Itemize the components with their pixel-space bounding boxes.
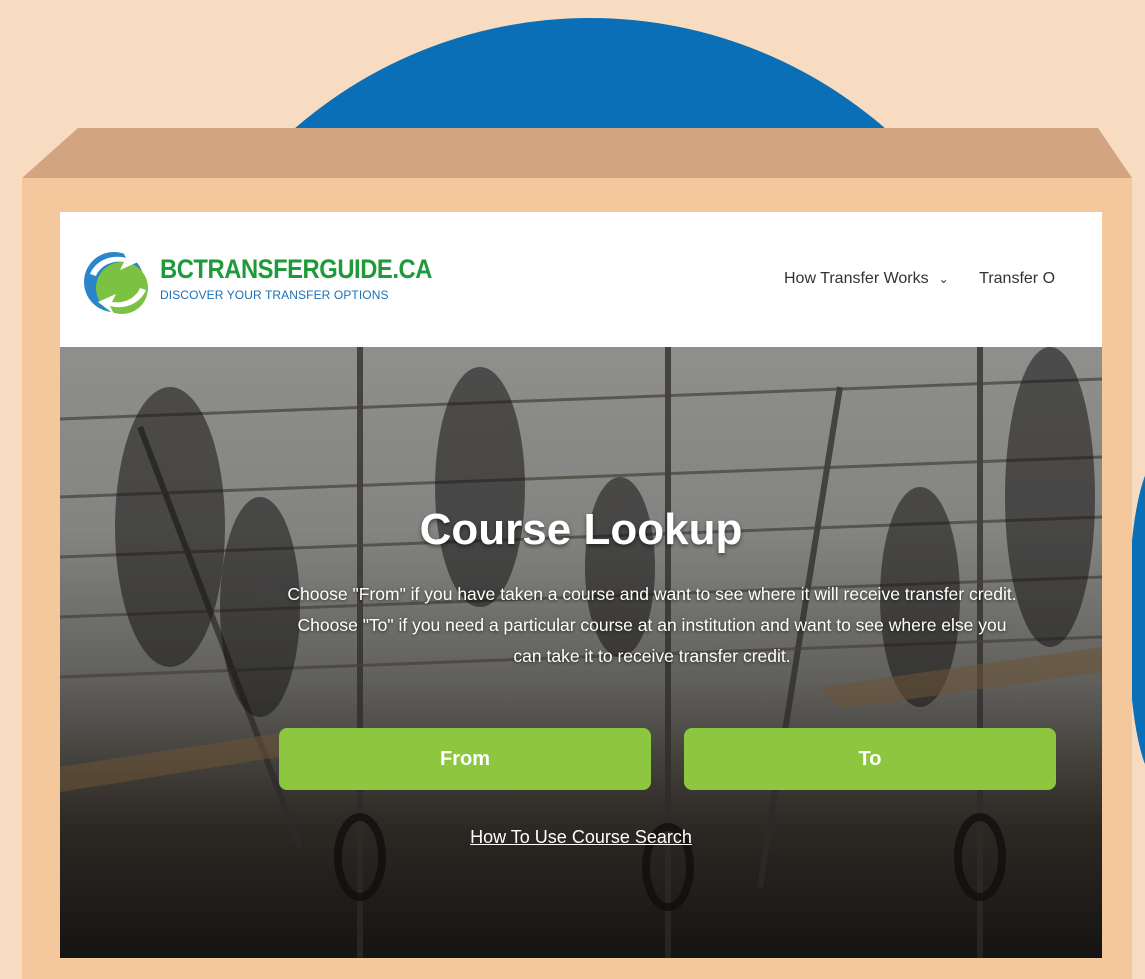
- from-button[interactable]: From: [279, 728, 651, 790]
- logo-arrows-icon: [84, 250, 148, 314]
- main-nav: How Transfer Works ⌄ Transfer O: [784, 270, 1081, 288]
- nav-item-how-transfer-works[interactable]: How Transfer Works ⌄: [784, 270, 949, 288]
- how-to-use-course-search-link[interactable]: How To Use Course Search: [60, 827, 1102, 848]
- hero-content: Course Lookup Choose "From" if you have …: [60, 347, 1102, 958]
- to-button[interactable]: To: [684, 728, 1056, 790]
- hero-description: Choose "From" if you have taken a course…: [287, 584, 1017, 666]
- hero-section: Course Lookup Choose "From" if you have …: [60, 347, 1102, 958]
- logo-tagline: DISCOVER YOUR TRANSFER OPTIONS: [160, 288, 389, 302]
- website-screenshot: BCTRANSFERGUIDE.CA DISCOVER YOUR TRANSFE…: [60, 212, 1102, 958]
- logo-title: BCTRANSFERGUIDE.CA: [160, 254, 432, 284]
- nav-item-label: How Transfer Works: [784, 270, 929, 287]
- nav-item-transfer-options[interactable]: Transfer O: [979, 270, 1055, 288]
- page-title: Course Lookup: [419, 505, 743, 554]
- site-header: BCTRANSFERGUIDE.CA DISCOVER YOUR TRANSFE…: [60, 212, 1102, 347]
- nav-item-label: Transfer O: [979, 270, 1056, 287]
- chevron-down-icon: ⌄: [938, 272, 949, 286]
